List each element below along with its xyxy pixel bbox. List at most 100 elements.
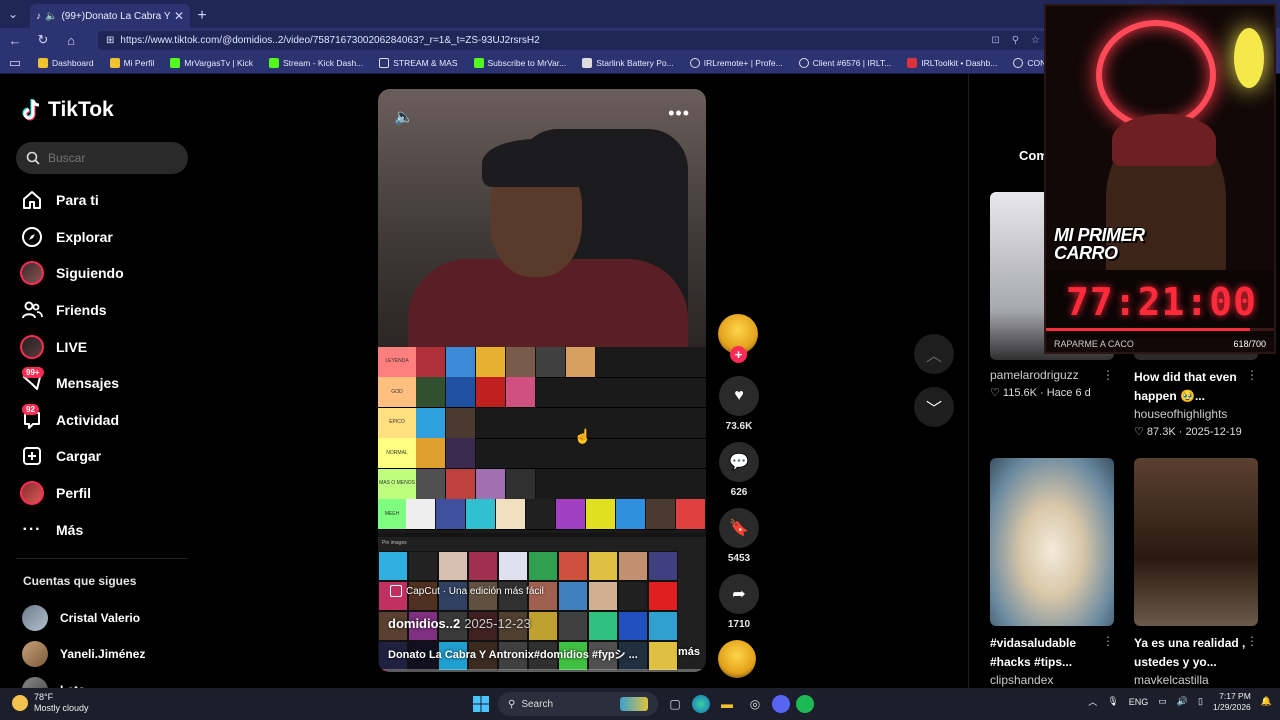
sidebar-item-para-ti[interactable]: Para ti: [20, 182, 190, 219]
task-view-icon[interactable]: ▢: [664, 693, 686, 715]
previous-video-button[interactable]: ︿: [914, 334, 954, 374]
new-tab-button[interactable]: +: [190, 4, 214, 28]
obs-icon[interactable]: ◎: [744, 693, 766, 715]
tier-thumbs: [416, 407, 476, 438]
bookmarks-menu-icon[interactable]: ▭: [8, 55, 22, 71]
home-button-icon[interactable]: ⌂: [64, 33, 78, 48]
language-indicator[interactable]: ENG: [1129, 697, 1149, 707]
following-account[interactable]: Yaneli.Jiménez: [22, 636, 145, 672]
zoom-icon[interactable]: ⚲: [1012, 35, 1019, 46]
following-account[interactable]: Cristal Valerio: [22, 600, 145, 636]
bookmark-item[interactable]: Client #6576 | IRLT...: [798, 57, 891, 68]
video-actions: + ♥ 73.6K 💬 626 🔖 5453 ➦ 1710: [718, 314, 760, 678]
subathon-timer: 77:21:00: [1066, 280, 1258, 324]
sidebar-item-live[interactable]: LIVE: [20, 328, 190, 365]
bookmark-item[interactable]: Subscribe to MrVar...: [473, 57, 566, 68]
tiktok-logo[interactable]: TikTok: [22, 98, 114, 122]
account-name: Yaneli.Jiménez: [60, 647, 146, 661]
card-more-icon[interactable]: ⋮: [1102, 634, 1114, 648]
reload-icon[interactable]: ↻: [36, 32, 50, 48]
bookmark-item[interactable]: IRLremote+ | Profe...: [689, 57, 783, 68]
weather-widget[interactable]: 78°F Mostly cloudy: [12, 692, 89, 714]
sidebar-item-mensajes[interactable]: 99+ Mensajes: [20, 365, 190, 402]
card-more-icon[interactable]: ⋮: [1246, 634, 1258, 648]
comment-button[interactable]: 💬: [719, 442, 759, 482]
spotify-icon[interactable]: [796, 695, 814, 713]
sidebar-item-cargar[interactable]: Cargar: [20, 438, 190, 475]
search-input[interactable]: [48, 151, 168, 165]
tab-menu-chevron-icon[interactable]: ⌄: [0, 0, 26, 28]
video-author[interactable]: domidios..2: [388, 616, 460, 631]
music-disc-avatar[interactable]: [718, 640, 756, 678]
bookmark-item[interactable]: STREAM & MAS: [379, 57, 458, 68]
sidebar-item-label: Perfil: [56, 485, 92, 502]
battery-icon[interactable]: ▯: [1198, 696, 1203, 707]
save-action: 🔖 5453: [718, 508, 760, 564]
windows-start-icon[interactable]: [470, 693, 492, 715]
messages-badge: 99+: [22, 367, 44, 379]
bookmark-item[interactable]: Starlink Battery Po...: [582, 57, 674, 68]
tray-overflow-icon[interactable]: ︿: [1088, 695, 1097, 708]
edge-browser-icon[interactable]: [692, 695, 710, 713]
bookmark-item[interactable]: Stream - Kick Dash...: [268, 57, 363, 68]
notification-bell-icon[interactable]: 🔔: [1261, 696, 1272, 707]
profile-avatar-icon: [20, 481, 44, 506]
share-button[interactable]: ➦: [719, 574, 759, 614]
volume-icon[interactable]: 🔈: [394, 107, 414, 127]
sidebar-item-mas[interactable]: ··· Más: [20, 511, 190, 548]
sidebar-item-actividad[interactable]: 92 Actividad: [20, 402, 190, 439]
goal-count: 618/700: [1233, 339, 1266, 349]
network-icon[interactable]: ▭: [1158, 696, 1167, 707]
app-install-icon[interactable]: ⊡: [991, 35, 999, 46]
related-user[interactable]: pamelarodriguzz: [990, 368, 1114, 382]
bookmark-item[interactable]: Dashboard: [38, 57, 94, 68]
site-info-icon[interactable]: ⊞: [106, 35, 114, 46]
capcut-text: CapCut · Una edición más fácil: [406, 585, 544, 597]
related-user[interactable]: clipshandex: [990, 673, 1114, 687]
clock[interactable]: 7:17 PM 1/29/2026: [1213, 691, 1251, 712]
search-bar[interactable]: [16, 142, 188, 174]
related-user[interactable]: mavkelcastilla: [1134, 673, 1258, 687]
more-options-icon[interactable]: •••: [668, 103, 690, 124]
sidebar-item-perfil[interactable]: Perfil: [20, 475, 190, 512]
tier-thumbs: [416, 346, 596, 377]
video-webcam-frame: [378, 89, 706, 359]
bookmark-item[interactable]: IRLToolkit • Dashb...: [907, 57, 997, 68]
favorite-star-icon[interactable]: ☆: [1031, 35, 1040, 46]
browser-tab-active[interactable]: ♪ 🔈 (99+)Donato La Cabra Y Antr... ✕: [30, 4, 190, 28]
follow-plus-icon[interactable]: +: [730, 346, 747, 363]
creator-avatar[interactable]: +: [718, 314, 758, 363]
bookmark-item[interactable]: Mi Perfil: [109, 57, 154, 68]
compass-icon: [20, 225, 44, 249]
card-more-icon[interactable]: ⋮: [1246, 368, 1258, 382]
tab-close-icon[interactable]: ✕: [174, 9, 184, 23]
sidebar-item-siguiendo[interactable]: Siguiendo: [20, 255, 190, 292]
tier-label: MAS O MENOS: [378, 468, 416, 499]
related-video-card[interactable]: #vidasaludable #hacks #tips... clipshand…: [990, 458, 1114, 687]
url-field[interactable]: ⊞ https://www.tiktok.com/@domidios..2/vi…: [98, 30, 1048, 50]
like-button[interactable]: ♥: [719, 376, 759, 416]
video-progress-bar[interactable]: [378, 669, 706, 672]
related-video-card[interactable]: Ya es una realidad , ustedes y yo... mav…: [1134, 458, 1258, 687]
microphone-icon[interactable]: 🎙: [1107, 696, 1118, 707]
capcut-label[interactable]: CapCut · Una edición más fácil: [390, 585, 544, 597]
tab-audio-icon[interactable]: 🔈: [45, 11, 57, 22]
back-arrow-icon[interactable]: ←: [8, 33, 22, 48]
sidebar-item-friends[interactable]: Friends: [20, 292, 190, 329]
related-user[interactable]: houseofhighlights: [1134, 407, 1258, 421]
discord-icon[interactable]: [772, 695, 790, 713]
sidebar-item-explorar[interactable]: Explorar: [20, 219, 190, 256]
speaker-icon[interactable]: 🔊: [1177, 696, 1188, 707]
video-player[interactable]: 🔈 ••• LEYENDA GOD EPICO NORMAL MAS O MEN…: [378, 89, 706, 672]
tiktok-favicon-icon: ♪: [36, 10, 41, 22]
bookmark-item[interactable]: MrVargasTv | Kick: [170, 57, 253, 68]
save-button[interactable]: 🔖: [719, 508, 759, 548]
file-explorer-icon[interactable]: ▬: [716, 693, 738, 715]
overlay-title-line2: CARRO: [1054, 243, 1118, 263]
share-action: ➦ 1710: [718, 574, 760, 630]
more-link[interactable]: más: [678, 646, 700, 662]
card-more-icon[interactable]: ⋮: [1102, 368, 1114, 382]
tier-row: LEYENDA: [378, 346, 706, 378]
taskbar-search[interactable]: ⚲ Search: [498, 692, 658, 716]
next-video-button[interactable]: ﹀: [914, 387, 954, 427]
